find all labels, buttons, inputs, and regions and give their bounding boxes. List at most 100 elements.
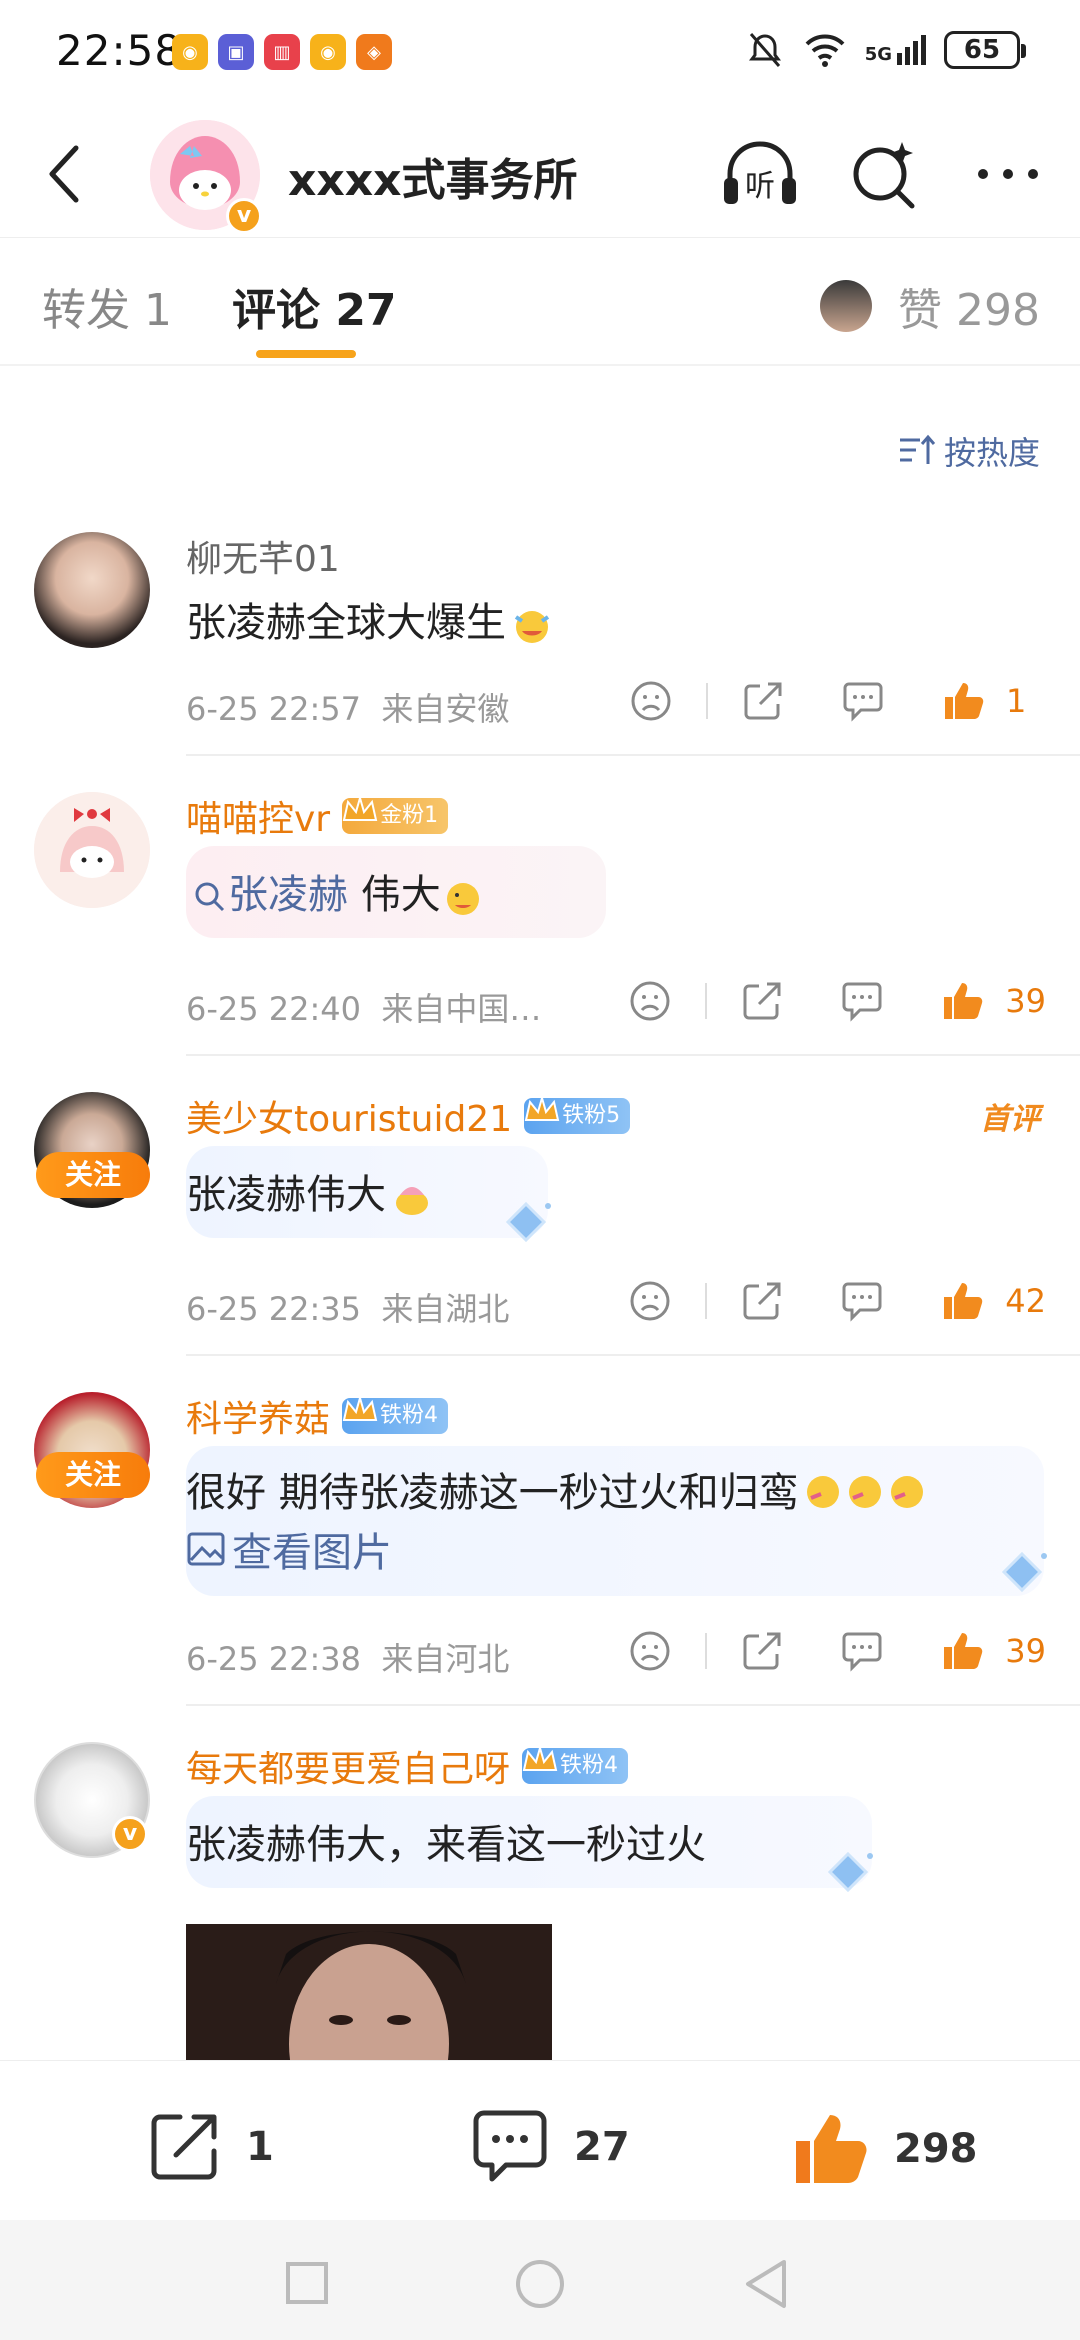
action-divider: [705, 1283, 708, 1319]
fan-badge-label: 铁粉5: [562, 1103, 621, 1128]
share-button[interactable]: [729, 1276, 795, 1326]
username[interactable]: 柳无芊01: [186, 530, 340, 582]
reply-button[interactable]: [829, 1626, 895, 1676]
share-icon: [743, 1632, 781, 1670]
search-button[interactable]: [842, 136, 926, 212]
comment-text-content: 很好 期待张凌赫这一秒过火和归鸾: [186, 1470, 799, 1516]
comment-divider: [186, 1704, 1080, 1706]
dislike-button[interactable]: [617, 976, 683, 1026]
comment-meta: 6-25 22:57 来自安徽: [186, 684, 509, 730]
reply-button[interactable]: [830, 676, 896, 726]
like-button[interactable]: [930, 676, 996, 726]
diamond-sticker-icon: [1001, 1551, 1047, 1593]
back-button[interactable]: [38, 142, 94, 206]
listen-button[interactable]: 听: [718, 136, 802, 212]
crown-icon: [342, 1394, 378, 1421]
emoji-icon: [441, 877, 485, 917]
home-icon[interactable]: [514, 2258, 566, 2310]
back-icon: [49, 145, 79, 203]
action-divider: [706, 683, 708, 719]
like-post-button[interactable]: 298: [790, 2109, 978, 2189]
dislike-button[interactable]: [617, 1626, 683, 1676]
username[interactable]: 美少女touristuid21 铁粉5: [186, 1090, 631, 1142]
comment-time: 6-25 22:35: [186, 1290, 362, 1328]
search-link[interactable]: 张凌赫: [192, 872, 348, 918]
comment-bubble-icon: [473, 2110, 547, 2182]
view-image-link[interactable]: 查看图片: [186, 1520, 392, 1578]
comment-meta: 6-25 22:35 来自湖北: [186, 1284, 509, 1330]
comment-count: 27: [574, 2124, 630, 2170]
comment-button[interactable]: 27: [470, 2109, 630, 2185]
comment-actions: 39: [617, 976, 1046, 1026]
portrait-photo: [186, 1924, 552, 2060]
comment-time: 6-25 22:40: [186, 990, 362, 1028]
thumbs-up-icon: [945, 683, 984, 719]
tab-likes[interactable]: 赞 298: [820, 274, 1040, 338]
comment-divider: [186, 1054, 1080, 1056]
follow-button[interactable]: 关注: [36, 1152, 150, 1198]
view-image-text: 查看图片: [232, 1530, 392, 1576]
share-button[interactable]: [729, 976, 795, 1026]
comment-image[interactable]: [186, 1924, 552, 2060]
follow-button[interactable]: 关注: [36, 1452, 150, 1498]
reply-button[interactable]: [829, 1276, 895, 1326]
sad-face-icon: [630, 1281, 670, 1321]
like-button[interactable]: [929, 1626, 995, 1676]
repost-button[interactable]: 1: [146, 2109, 274, 2185]
header-actions: 听: [718, 136, 1050, 212]
top-header: v xxxx式事务所 听: [0, 110, 1080, 238]
battery-indicator: 65: [944, 31, 1026, 69]
weibo-icon: ◉: [310, 34, 346, 70]
back-nav-icon[interactable]: [742, 2258, 790, 2310]
username[interactable]: 喵喵控vr 金粉1: [186, 790, 449, 842]
comment-bubble-icon: [843, 682, 883, 722]
reply-button[interactable]: [829, 976, 895, 1026]
tab-repost[interactable]: 转发 1: [42, 274, 172, 338]
user-avatar[interactable]: [34, 792, 150, 908]
sort-by-hot-button[interactable]: 按热度: [898, 428, 1040, 474]
diamond-sticker-icon: [827, 1851, 873, 1893]
comment-divider: [186, 1354, 1080, 1356]
share-button[interactable]: [729, 1626, 795, 1676]
comment-bubble-icon: [842, 1282, 882, 1322]
dislike-button[interactable]: [617, 1276, 683, 1326]
like-button[interactable]: [929, 1276, 995, 1326]
comment-location: 来自湖北: [381, 1290, 510, 1328]
sad-face-icon: [630, 981, 670, 1021]
fan-badge-label: 金粉1: [380, 803, 439, 828]
comment-actions: 42: [617, 1276, 1046, 1326]
diamond-sticker-icon: [505, 1201, 551, 1243]
username[interactable]: 每天都要更爱自己呀 铁粉4: [186, 1740, 629, 1792]
comment-divider: [186, 754, 1080, 756]
dislike-button[interactable]: [618, 676, 684, 726]
fan-badge-label: 铁粉4: [380, 1403, 439, 1428]
comment-actions: 39: [617, 1626, 1046, 1676]
listen-label: 听: [745, 169, 775, 204]
system-nav-bar: [0, 2220, 1080, 2340]
action-divider: [705, 983, 708, 1019]
more-button[interactable]: [966, 136, 1050, 212]
username[interactable]: 科学养菇 铁粉4: [186, 1390, 449, 1442]
share-button[interactable]: [730, 676, 796, 726]
like-count: 42: [1005, 1282, 1046, 1320]
sort-label: 按热度: [943, 434, 1040, 472]
active-tab-indicator: [256, 350, 356, 358]
status-time: 22:58: [56, 26, 183, 75]
verified-badge: v: [112, 1816, 148, 1852]
tab-comments[interactable]: 评论 27: [232, 274, 397, 338]
comment-location: 来自安徽: [381, 690, 510, 728]
sort-icon: [899, 434, 936, 464]
repost-count: 1: [246, 2124, 274, 2170]
comment-time: 6-25 22:38: [186, 1640, 362, 1678]
fan-badge: 铁粉4: [342, 1394, 449, 1434]
comment-bubble-icon: [842, 1632, 882, 1672]
mute-icon: [748, 33, 781, 67]
status-right: 5G 65: [745, 30, 1026, 70]
user-avatar[interactable]: [34, 532, 150, 648]
username-text: 喵喵控vr: [186, 799, 331, 840]
account-avatar[interactable]: v: [150, 120, 262, 234]
fan-badge: 铁粉5: [524, 1094, 631, 1134]
like-button[interactable]: [929, 976, 995, 1026]
first-comment-tag: 首评: [980, 1102, 1040, 1137]
recents-icon[interactable]: [284, 2260, 330, 2306]
